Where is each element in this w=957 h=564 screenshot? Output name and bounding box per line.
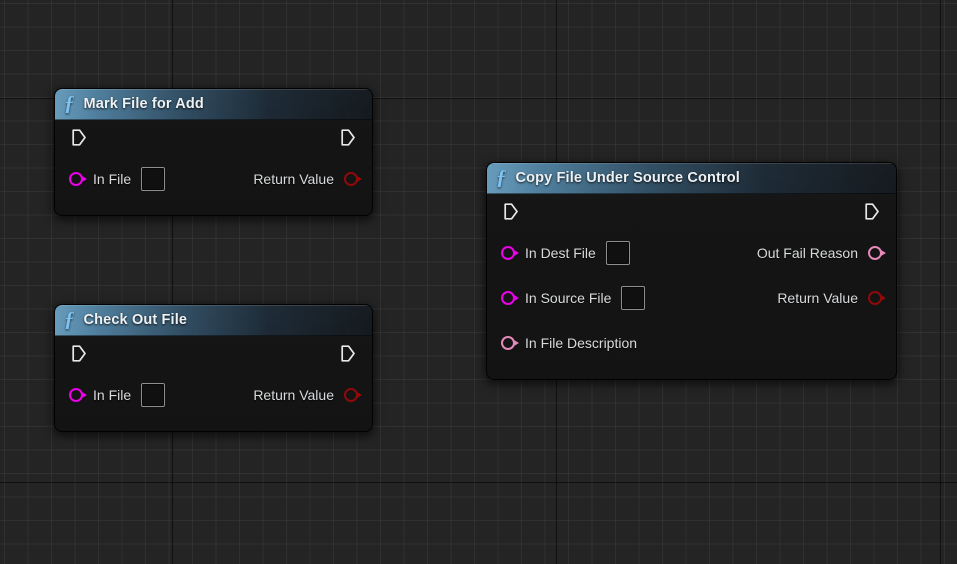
exec-in-pin-icon[interactable] (72, 345, 86, 362)
blueprint-node-check-out-file[interactable]: ƒ Check Out File In File Return Value (55, 305, 372, 431)
input-pin-group: In File Description (501, 335, 637, 351)
pin-ring-icon (868, 245, 882, 260)
function-icon: ƒ (64, 90, 75, 115)
node-title-bar[interactable]: ƒ Check Out File (55, 305, 372, 336)
input-pin-icon[interactable] (501, 245, 519, 260)
node-title-bar[interactable]: ƒ Copy File Under Source Control (487, 163, 896, 194)
pin-row: In File Description (487, 320, 896, 365)
input-pin-group: In Source File (501, 285, 646, 310)
pin-value-input[interactable] (605, 240, 630, 265)
node-title: Check Out File (83, 312, 188, 328)
pin-ring-icon (501, 335, 515, 350)
pin-value-input[interactable] (141, 382, 166, 407)
pin-ring-icon (501, 245, 515, 260)
pin-value-input[interactable] (621, 285, 646, 310)
output-pin-label: Return Value (253, 386, 334, 403)
output-pin-group: Out Fail Reason (756, 244, 886, 261)
output-pin-group: Return Value (253, 170, 362, 187)
blueprint-node-copy-file-under-source-control[interactable]: ƒ Copy File Under Source Control In Dest F… (487, 163, 896, 379)
input-pin-label: In File (93, 170, 132, 187)
node-footer (487, 365, 896, 379)
blueprint-graph-canvas[interactable]: ƒ Mark File for Add In File Return Value ƒ Ch… (0, 0, 957, 564)
exec-out-pin-icon[interactable] (341, 129, 355, 146)
pin-arrow-icon (514, 339, 519, 346)
pin-arrow-icon (357, 175, 362, 182)
pin-row: In File Return Value (55, 156, 372, 201)
pin-ring-icon (344, 387, 358, 402)
pin-row: In Dest File Out Fail Reason (487, 230, 896, 275)
pin-arrow-icon (357, 391, 362, 398)
node-title: Mark File for Add (83, 96, 204, 112)
pin-arrow-icon (82, 175, 87, 182)
node-footer (55, 201, 372, 215)
pin-arrow-icon (514, 249, 519, 256)
output-pin-icon[interactable] (344, 171, 362, 186)
input-pin-icon[interactable] (69, 171, 87, 186)
output-pin-icon[interactable] (868, 245, 886, 260)
node-body: In Dest File Out Fail Reason In Source Fil… (487, 194, 896, 379)
function-icon: ƒ (64, 306, 75, 331)
pin-ring-icon (69, 171, 83, 186)
pin-arrow-icon (82, 391, 87, 398)
input-pin-icon[interactable] (501, 335, 519, 350)
exec-pin-row (55, 336, 372, 372)
node-footer (55, 417, 372, 431)
exec-pin-row (487, 194, 896, 230)
pin-value-input[interactable] (141, 166, 166, 191)
node-title: Copy File Under Source Control (515, 170, 740, 186)
exec-out-pin-icon[interactable] (341, 345, 355, 362)
pin-ring-icon (344, 171, 358, 186)
output-pin-group: Return Value (777, 289, 886, 306)
output-pin-label: Out Fail Reason (756, 244, 858, 261)
exec-in-pin-icon[interactable] (504, 203, 518, 220)
output-pin-icon[interactable] (344, 387, 362, 402)
output-pin-label: Return Value (777, 289, 858, 306)
exec-in-pin-icon[interactable] (72, 129, 86, 146)
node-body: In File Return Value (55, 120, 372, 215)
output-pin-group: Return Value (253, 386, 362, 403)
input-pin-label: In File Description (525, 334, 638, 351)
pin-ring-icon (69, 387, 83, 402)
output-pin-icon[interactable] (868, 290, 886, 305)
input-pin-icon[interactable] (69, 387, 87, 402)
input-pin-group: In File (69, 382, 166, 407)
node-body: In File Return Value (55, 336, 372, 431)
input-pin-label: In Source File (525, 289, 612, 306)
pin-arrow-icon (881, 249, 886, 256)
input-pin-label: In Dest File (525, 244, 596, 261)
function-icon: ƒ (496, 164, 507, 189)
input-pin-group: In Dest File (501, 240, 630, 265)
input-pin-icon[interactable] (501, 290, 519, 305)
input-pin-group: In File (69, 166, 166, 191)
pin-ring-icon (868, 290, 882, 305)
exec-pin-row (55, 120, 372, 156)
pin-arrow-icon (514, 294, 519, 301)
exec-out-pin-icon[interactable] (865, 203, 879, 220)
input-pin-label: In File (93, 386, 132, 403)
pin-ring-icon (501, 290, 515, 305)
pin-row: In File Return Value (55, 372, 372, 417)
output-pin-label: Return Value (253, 170, 334, 187)
blueprint-node-mark-file-for-add[interactable]: ƒ Mark File for Add In File Return Value (55, 89, 372, 215)
pin-row: In Source File Return Value (487, 275, 896, 320)
node-title-bar[interactable]: ƒ Mark File for Add (55, 89, 372, 120)
pin-arrow-icon (881, 294, 886, 301)
